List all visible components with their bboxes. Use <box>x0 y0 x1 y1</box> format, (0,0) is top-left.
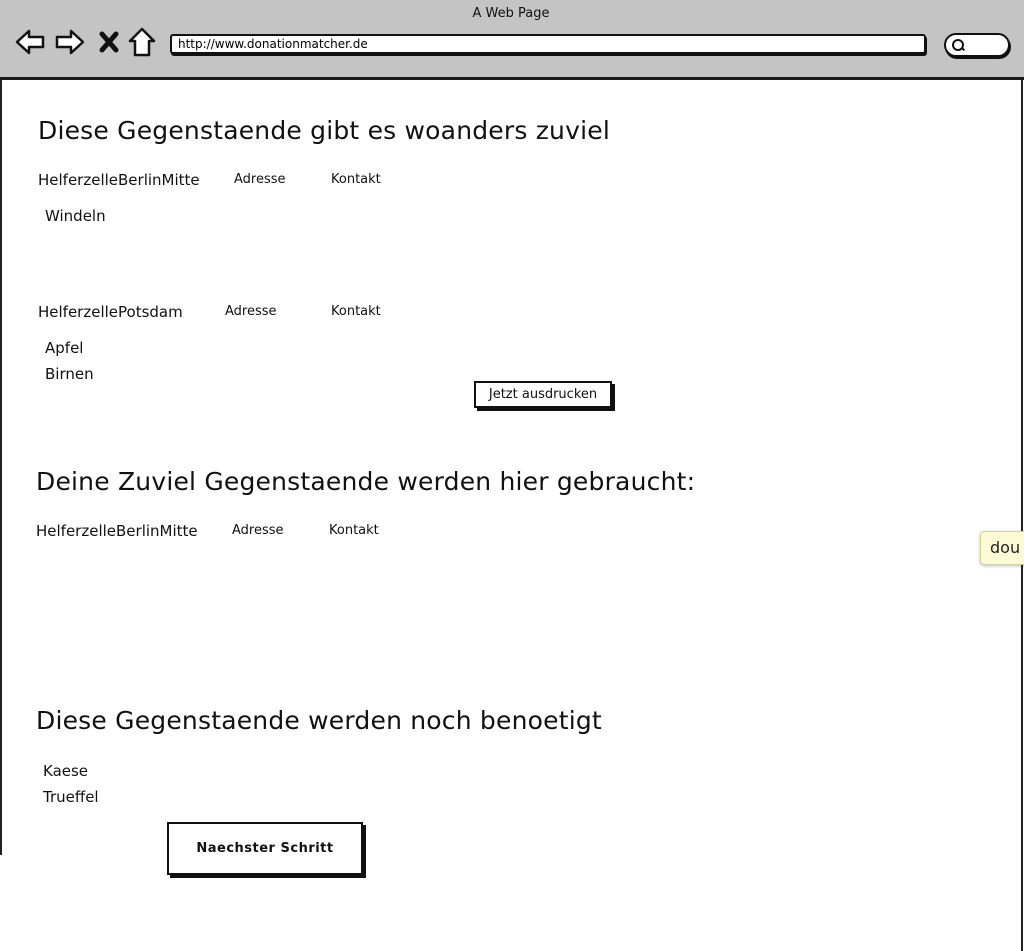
back-arrow-icon[interactable] <box>14 26 46 58</box>
url-input[interactable]: http://www.donationmatcher.de <box>170 34 926 54</box>
browser-toolbar: A Web Page http://www.donationmatcher.de <box>0 0 1024 80</box>
list-item: Trueffel <box>43 788 99 806</box>
address-link[interactable]: Adresse <box>234 172 286 187</box>
page-left-border <box>0 80 2 855</box>
print-button[interactable]: Jetzt ausdrucken <box>474 381 612 408</box>
list-item: Birnen <box>45 365 94 383</box>
group-name-berlin-mitte: HelferzelleBerlinMitte <box>36 522 198 540</box>
section-needed-elsewhere-heading: Deine Zuviel Gegenstaende werden hier ge… <box>36 467 696 496</box>
next-step-button[interactable]: Naechster Schritt <box>167 822 363 875</box>
search-input[interactable] <box>944 33 1010 57</box>
close-icon[interactable] <box>96 26 128 58</box>
section-surplus-heading: Diese Gegenstaende gibt es woanders zuvi… <box>38 116 610 145</box>
page-right-border <box>1021 80 1023 951</box>
contact-link[interactable]: Kontakt <box>331 304 381 319</box>
contact-link[interactable]: Kontakt <box>329 523 379 538</box>
list-item: Apfel <box>45 339 84 357</box>
address-link[interactable]: Adresse <box>232 523 284 538</box>
contact-link[interactable]: Kontakt <box>331 172 381 187</box>
side-note-tab[interactable]: dou <box>980 531 1024 565</box>
list-item: Windeln <box>45 207 106 225</box>
window-title: A Web Page <box>472 6 550 21</box>
search-icon <box>952 39 964 51</box>
group-name-berlin-mitte: HelferzelleBerlinMitte <box>38 171 200 189</box>
list-item: Kaese <box>43 762 89 780</box>
address-link[interactable]: Adresse <box>225 304 277 319</box>
section-still-needed-heading: Diese Gegenstaende werden noch benoetigt <box>36 706 602 735</box>
forward-arrow-icon[interactable] <box>54 26 86 58</box>
group-name-potsdam: HelferzellePotsdam <box>38 303 183 321</box>
home-icon[interactable] <box>126 26 158 58</box>
